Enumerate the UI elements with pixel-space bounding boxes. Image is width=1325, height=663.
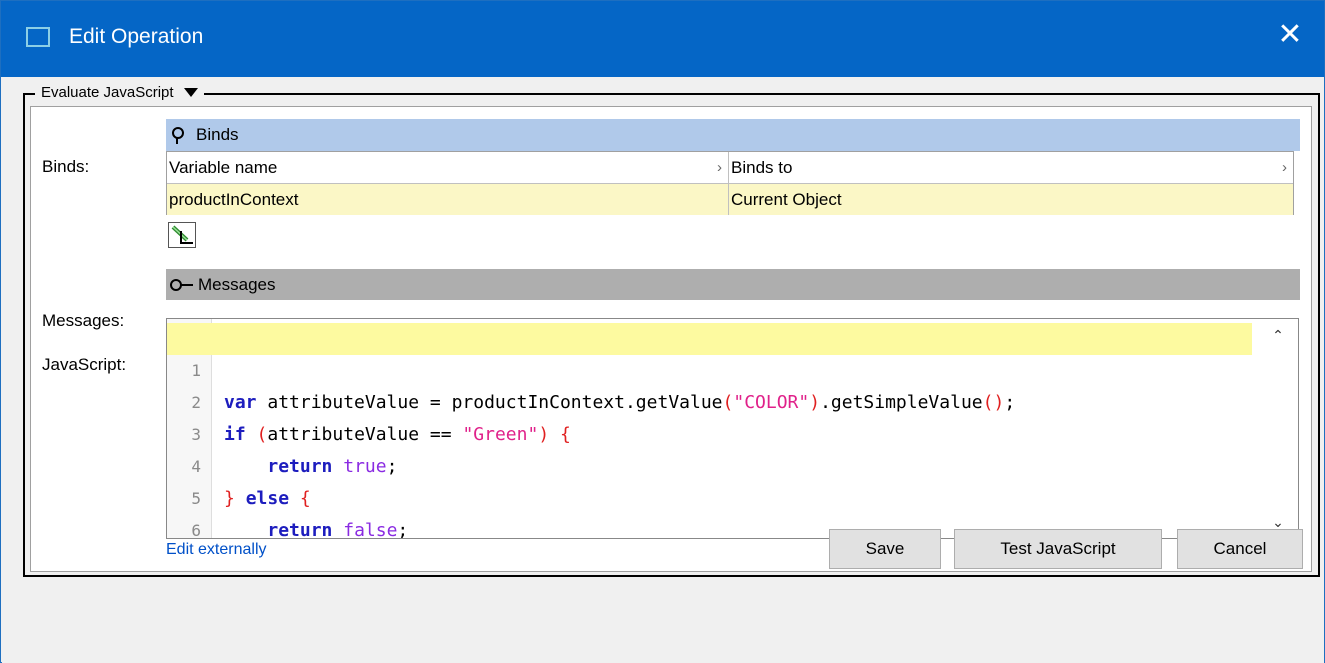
vertical-scrollbar[interactable]: ⌃ ⌄ [1258, 319, 1298, 538]
cell-variable-name[interactable]: productInContext [167, 184, 729, 215]
messages-section-header[interactable]: Messages [166, 269, 1300, 300]
table-row[interactable]: productInContext Current Object [167, 184, 1293, 215]
javascript-editor[interactable]: 1 var attributeValue = productInContext.… [166, 318, 1299, 539]
pencil-icon [171, 225, 193, 244]
binds-section-header[interactable]: Binds [166, 119, 1300, 151]
cancel-button[interactable]: Cancel [1177, 529, 1303, 569]
edit-operation-dialog: Edit Operation ✕ Evaluate JavaScript Bin… [0, 0, 1325, 663]
binds-table: Variable name › Binds to › productInCont… [166, 151, 1294, 215]
code-line[interactable]: 1 var attributeValue = productInContext.… [167, 323, 1252, 413]
column-header-binds-to[interactable]: Binds to › [729, 152, 1293, 183]
chevron-right-icon: › [717, 159, 722, 176]
code-line[interactable]: 6 } [167, 483, 1252, 538]
column-header-label: Binds to [731, 158, 793, 177]
messages-label: Messages: [42, 311, 125, 330]
messages-header-label: Messages [198, 274, 276, 294]
window-icon [26, 27, 50, 47]
close-icon[interactable]: ✕ [1276, 20, 1304, 50]
code-line[interactable]: 4 } else { [167, 419, 1252, 509]
column-header-label: Variable name [169, 158, 278, 177]
chevron-right-icon: › [1282, 159, 1287, 176]
code-line[interactable]: 2 if (attributeValue == "Green") { [167, 355, 1252, 445]
dialog-body: Evaluate JavaScript Binds: Messages: Jav… [2, 77, 1324, 663]
dropdown-arrow-icon[interactable] [183, 88, 198, 97]
code-line[interactable]: 3 return true; [167, 387, 1252, 477]
window-title: Edit Operation [69, 25, 204, 48]
binds-header-label: Binds [196, 125, 239, 144]
chevron-up-icon[interactable]: ⌃ [1270, 327, 1286, 343]
cell-binds-to[interactable]: Current Object [729, 184, 1293, 215]
group-label: Evaluate JavaScript [41, 84, 174, 101]
line-number: 6 [191, 521, 201, 539]
chevron-down-icon[interactable]: ⌄ [1270, 514, 1286, 530]
javascript-label: JavaScript: [42, 355, 127, 374]
pin-icon[interactable] [170, 126, 184, 144]
group-content: Binds: Messages: JavaScript: Binds Varia… [30, 106, 1312, 572]
table-header-row: Variable name › Binds to › [167, 152, 1293, 184]
save-button[interactable]: Save [829, 529, 941, 569]
key-icon[interactable] [170, 278, 198, 292]
test-javascript-button[interactable]: Test JavaScript [954, 529, 1162, 569]
binds-label: Binds: [42, 157, 90, 176]
code-line[interactable]: 5 return false; [167, 451, 1252, 538]
group-legend[interactable]: Evaluate JavaScript [35, 84, 204, 101]
edit-externally-link[interactable]: Edit externally [166, 541, 267, 559]
edit-binds-button[interactable] [168, 222, 196, 248]
column-header-variable-name[interactable]: Variable name › [167, 152, 729, 183]
title-bar: Edit Operation ✕ [1, 1, 1324, 77]
